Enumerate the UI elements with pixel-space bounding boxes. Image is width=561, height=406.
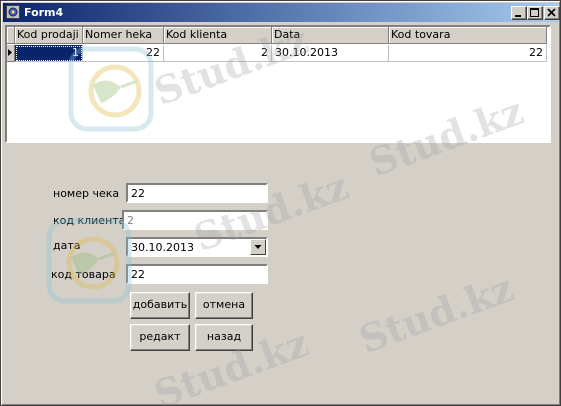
window-title: Form4 xyxy=(24,6,64,19)
minimize-button[interactable] xyxy=(511,6,527,20)
row-indicator[interactable] xyxy=(7,45,15,62)
app-icon xyxy=(6,5,20,19)
receipt-number-field[interactable]: 22 xyxy=(126,183,268,203)
grid-cell-kod-klienta[interactable]: 2 xyxy=(164,45,272,62)
grid-cell-data[interactable]: 30.10.2013 xyxy=(272,45,389,62)
client-code-field[interactable]: 2 xyxy=(122,210,268,230)
receipt-number-label: номер чека xyxy=(53,187,120,200)
grid-cell-kod-tovara[interactable]: 22 xyxy=(389,45,547,62)
cancel-button[interactable]: отмена xyxy=(195,292,253,319)
column-header-kod-prodaji[interactable]: Kod prodaji xyxy=(15,27,83,44)
maximize-button[interactable] xyxy=(527,6,543,20)
row-pointer-icon xyxy=(8,49,12,56)
edit-button[interactable]: редакт xyxy=(130,324,190,351)
minimize-icon xyxy=(515,15,521,17)
date-dropdown-button[interactable] xyxy=(250,239,266,255)
product-code-field[interactable]: 22 xyxy=(126,264,268,284)
column-header-kod-tovara[interactable]: Kod tovara xyxy=(389,27,547,44)
product-code-label: код товара xyxy=(51,268,116,281)
grid-cell-nomer-heka[interactable]: 22 xyxy=(83,45,164,62)
back-button[interactable]: назад xyxy=(195,324,253,351)
add-button[interactable]: добавить xyxy=(130,292,190,319)
column-header-nomer-heka[interactable]: Nomer heka xyxy=(83,27,164,44)
column-header-kod-klienta[interactable]: Kod klienta xyxy=(164,27,272,44)
watermark-text: Stud.kz xyxy=(353,264,520,363)
close-icon xyxy=(547,8,556,17)
form4-window: Form4 Kod prodaji Nomer heka Kod klienta… xyxy=(0,0,561,406)
date-picker[interactable]: 30.10.2013 xyxy=(126,237,268,257)
chevron-down-icon xyxy=(254,245,262,249)
grid-corner xyxy=(7,27,15,44)
grid-cell-kod-prodaji[interactable]: 1 xyxy=(15,45,83,62)
client-code-label: код клиента xyxy=(53,214,126,227)
maximize-icon xyxy=(530,8,539,17)
column-header-data[interactable]: Data xyxy=(272,27,389,44)
date-value: 30.10.2013 xyxy=(131,241,194,254)
date-label: дата xyxy=(53,239,81,252)
close-button[interactable] xyxy=(544,6,560,20)
sales-grid[interactable]: Kod prodaji Nomer heka Kod klienta Data … xyxy=(5,25,551,143)
title-bar[interactable]: Form4 xyxy=(3,3,560,22)
